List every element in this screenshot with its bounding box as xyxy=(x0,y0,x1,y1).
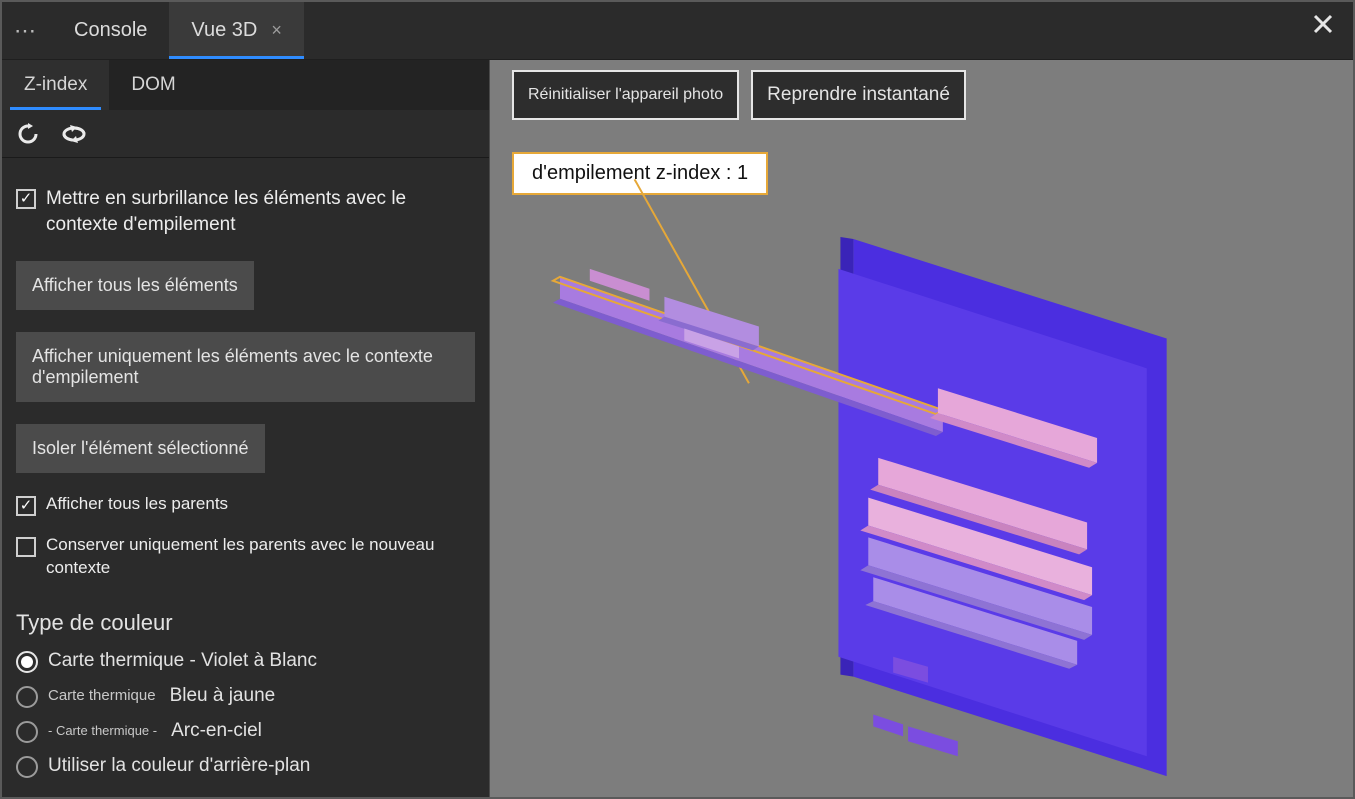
checkbox-show-all-parents[interactable]: ✓ Afficher tous les parents xyxy=(16,493,475,516)
radio-label-pre: Carte thermique xyxy=(48,687,156,704)
radio-violet-blanc[interactable]: Carte thermique - Violet à Blanc xyxy=(16,648,475,673)
radio-bleu-jaune[interactable]: Carte thermique Bleu à jaune xyxy=(16,683,475,708)
content-area: Z-index DOM xyxy=(2,60,1353,797)
subtab-label: DOM xyxy=(131,74,175,96)
tab-label: Vue 3D xyxy=(191,19,257,42)
close-tab-icon[interactable]: × xyxy=(271,20,282,41)
checkbox-icon xyxy=(16,537,36,557)
tab-vue-3d[interactable]: Vue 3D × xyxy=(169,2,303,59)
radio-icon xyxy=(16,651,38,673)
subtab-label: Z-index xyxy=(24,74,87,96)
show-only-stacking-button[interactable]: Afficher uniquement les éléments avec le… xyxy=(16,332,475,402)
isolate-selected-button[interactable]: Isoler l'élément sélectionné xyxy=(16,424,265,473)
tab-label: Console xyxy=(74,19,147,42)
checkbox-icon: ✓ xyxy=(16,189,36,209)
radio-label: Carte thermique - Violet à Blanc xyxy=(48,650,317,672)
radio-icon xyxy=(16,756,38,778)
subtab-dom[interactable]: DOM xyxy=(109,60,197,110)
radio-arc-en-ciel[interactable]: - Carte thermique - Arc-en-ciel xyxy=(16,718,475,743)
checkbox-label: Afficher tous les parents xyxy=(46,493,228,516)
3d-scene xyxy=(490,60,1353,797)
top-tab-bar: ⋯ Console Vue 3D × xyxy=(2,2,1353,60)
tab-console[interactable]: Console xyxy=(52,2,169,59)
radio-label: Utiliser la couleur d'arrière-plan xyxy=(48,755,310,777)
3d-viewport[interactable]: Réinitialiser l'appareil photo Reprendre… xyxy=(490,60,1353,797)
sidebar: Z-index DOM xyxy=(2,60,490,797)
more-menu-icon[interactable]: ⋯ xyxy=(2,18,52,44)
sidebar-toolbar xyxy=(2,110,489,158)
radio-icon xyxy=(16,686,38,708)
checkbox-keep-parents-new-context[interactable]: Conserver uniquement les parents avec le… xyxy=(16,534,475,580)
show-all-elements-button[interactable]: Afficher tous les éléments xyxy=(16,261,254,310)
top-tabs: Console Vue 3D × xyxy=(52,2,304,59)
checkbox-label: Mettre en surbrillance les éléments avec… xyxy=(46,186,475,237)
checkbox-label: Conserver uniquement les parents avec le… xyxy=(46,534,475,580)
radio-label: Arc-en-ciel xyxy=(171,720,262,742)
radio-label: Bleu à jaune xyxy=(170,685,276,707)
close-panel-icon[interactable] xyxy=(1307,12,1339,44)
radio-label-pre: - Carte thermique - xyxy=(48,723,157,738)
refresh-icon xyxy=(16,122,40,146)
sub-tab-bar: Z-index DOM xyxy=(2,60,489,110)
checkbox-highlight-stacking[interactable]: ✓ Mettre en surbrillance les éléments av… xyxy=(16,186,475,237)
settings-panel: ✓ Mettre en surbrillance les éléments av… xyxy=(2,158,489,797)
radio-background-color[interactable]: Utiliser la couleur d'arrière-plan xyxy=(16,753,475,778)
color-type-heading: Type de couleur xyxy=(16,610,475,636)
x-icon xyxy=(1312,13,1334,35)
rotate-button[interactable] xyxy=(58,118,90,150)
rotate-icon xyxy=(60,122,88,146)
refresh-button[interactable] xyxy=(12,118,44,150)
radio-icon xyxy=(16,721,38,743)
subtab-zindex[interactable]: Z-index xyxy=(2,60,109,110)
checkbox-icon: ✓ xyxy=(16,496,36,516)
